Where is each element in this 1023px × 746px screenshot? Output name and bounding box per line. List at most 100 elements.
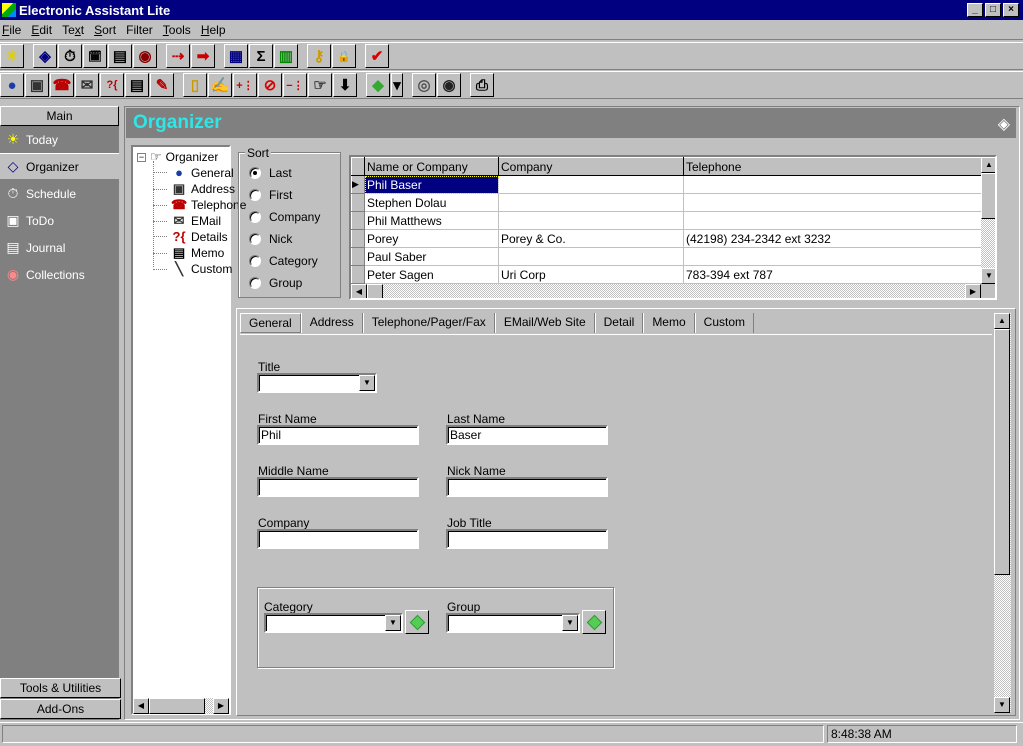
pointer-list-button[interactable]: ☞ [308, 73, 332, 97]
first-name-field[interactable]: Phil [257, 425, 419, 445]
collections-button[interactable]: ◉ [133, 44, 157, 68]
table-cell-company[interactable]: Porey & Co. [498, 229, 684, 248]
tab-custom[interactable]: Custom [694, 313, 754, 333]
tree-item-telephone[interactable]: ☎ Telephone [153, 197, 246, 213]
add-group-button[interactable] [582, 610, 606, 634]
scroll-thumb[interactable] [981, 173, 995, 219]
category-dropdown[interactable]: ▼ [264, 613, 403, 633]
table-row[interactable]: ▶ Phil Baser [351, 175, 984, 194]
scroll-thumb[interactable] [367, 284, 383, 298]
chevron-down-icon[interactable]: ▼ [359, 375, 375, 391]
maximize-button[interactable]: □ [985, 3, 1001, 17]
sum-button[interactable]: Σ [249, 44, 273, 68]
menu-help[interactable]: Help [196, 23, 231, 37]
middle-name-field[interactable] [257, 477, 419, 497]
export-button[interactable]: ➡ [191, 44, 215, 68]
tree-item-custom[interactable]: ╲ Custom [153, 261, 232, 277]
scroll-left-button[interactable]: ◀ [351, 284, 367, 298]
tree-item-details[interactable]: ?{Details [153, 229, 228, 244]
tab-address[interactable]: Address [300, 313, 363, 333]
pen-button[interactable]: ✎ [150, 73, 174, 97]
row-selector[interactable] [351, 229, 365, 248]
row-selector[interactable] [351, 211, 365, 230]
menu-filter[interactable]: Filter [121, 23, 158, 37]
sort-radio-category[interactable]: Category [249, 254, 318, 268]
address-card-button[interactable]: ▣ [25, 73, 49, 97]
radio-button[interactable] [249, 189, 261, 201]
radio-button[interactable] [249, 277, 261, 289]
tree-root-organizer[interactable]: − ☞ Organizer [137, 149, 218, 165]
nick-name-field[interactable] [446, 477, 608, 497]
memo-button[interactable]: ▤ [125, 73, 149, 97]
sort-radio-company[interactable]: Company [249, 210, 320, 224]
collapse-icon[interactable]: − [137, 152, 146, 162]
sun-button[interactable]: ☀ [0, 44, 24, 68]
sort-radio-nick[interactable]: Nick [249, 232, 292, 246]
details-button[interactable]: ?{ [100, 73, 124, 97]
import-button[interactable]: ⇢ [166, 44, 190, 68]
tree-hscrollbar[interactable]: ◀ ▶ [133, 698, 229, 714]
table-cell-name[interactable]: Phil Matthews [364, 211, 499, 230]
table-cell-company[interactable] [498, 211, 684, 230]
table-cell-name[interactable]: Stephen Dolau [364, 193, 499, 212]
table-row[interactable]: Peter Sagen Uri Corp 783-394 ext 787 [351, 265, 984, 284]
table-cell-company[interactable] [498, 247, 684, 266]
telephone-button[interactable]: ☎ [50, 73, 74, 97]
grid-vscrollbar[interactable]: ▲ ▼ [981, 157, 995, 284]
delete-no-button[interactable]: ⊘ [258, 73, 282, 97]
radio-button[interactable] [249, 233, 261, 245]
row-selector[interactable] [351, 193, 365, 212]
scroll-right-button[interactable]: ▶ [965, 284, 981, 298]
table-row[interactable]: Phil Matthews [351, 211, 984, 230]
tab-telephone-pager-fax[interactable]: Telephone/Pager/Fax [362, 313, 495, 333]
sidebar-item-collections[interactable]: ◉ Collections [0, 261, 119, 288]
globe-button[interactable]: ● [0, 73, 24, 97]
table-cell-telephone[interactable] [683, 175, 984, 194]
table-row[interactable]: Paul Saber [351, 247, 984, 266]
grid-hscrollbar[interactable]: ◀ ▶ [351, 284, 981, 298]
scroll-up-button[interactable]: ▲ [994, 313, 1010, 329]
scroll-thumb[interactable] [994, 329, 1010, 575]
sort-radio-first[interactable]: First [249, 188, 292, 202]
table-cell-name[interactable]: Peter Sagen [364, 265, 499, 284]
menu-edit[interactable]: Edit [26, 23, 57, 37]
row-selector[interactable] [351, 265, 365, 284]
tree-item-address[interactable]: ▣ Address [153, 181, 235, 197]
menu-tools[interactable]: Tools [158, 23, 196, 37]
sidebar-add-ons-button[interactable]: Add-Ons [0, 699, 121, 719]
radio-button[interactable] [249, 167, 261, 179]
tab-detail[interactable]: Detail [594, 313, 644, 333]
column-header-company[interactable]: Company [498, 157, 684, 176]
radio-button[interactable] [249, 211, 261, 223]
table-cell-company[interactable]: Uri Corp [498, 265, 684, 284]
scroll-down-button[interactable]: ▼ [981, 268, 995, 284]
scroll-left-button[interactable]: ◀ [133, 698, 149, 714]
stopwatch-button[interactable]: ⏱ [58, 44, 82, 68]
table-cell-name[interactable]: Porey [364, 229, 499, 248]
column-header-telephone[interactable]: Telephone [683, 157, 984, 176]
company-field[interactable] [257, 529, 419, 549]
sidebar-item-today[interactable]: ☀ Today [0, 126, 119, 153]
tree-item-general[interactable]: ● General [153, 165, 234, 180]
scroll-thumb[interactable] [149, 698, 205, 714]
dropdown-arrow-button[interactable]: ▾ [391, 73, 403, 97]
key-button[interactable]: ⚷ [307, 44, 331, 68]
column-header-name[interactable]: Name or Company [364, 157, 499, 176]
radio-button[interactable] [249, 255, 261, 267]
row-selector[interactable]: ▶ [351, 175, 365, 194]
table-cell-telephone[interactable]: 783-394 ext 787 [683, 265, 984, 284]
todo-clock-button[interactable]: 🗓 [83, 44, 107, 68]
sidebar-item-journal[interactable]: ▤ Journal [0, 234, 119, 261]
scroll-down-button[interactable]: ▼ [994, 697, 1010, 713]
add-item-button[interactable]: +⋮ [233, 73, 257, 97]
minimize-button[interactable]: _ [967, 3, 983, 17]
printer-button[interactable]: ⎙ [470, 73, 494, 97]
record-button[interactable]: ◉ [437, 73, 461, 97]
table-cell-name[interactable]: Paul Saber [364, 247, 499, 266]
detail-vscrollbar[interactable]: ▲ ▼ [994, 313, 1011, 713]
scroll-right-button[interactable]: ▶ [213, 698, 229, 714]
checkmark-button[interactable]: ✔ [365, 44, 389, 68]
menu-sort[interactable]: Sort [89, 23, 121, 37]
table-row[interactable]: Stephen Dolau [351, 193, 984, 212]
tab-memo[interactable]: Memo [643, 313, 695, 333]
